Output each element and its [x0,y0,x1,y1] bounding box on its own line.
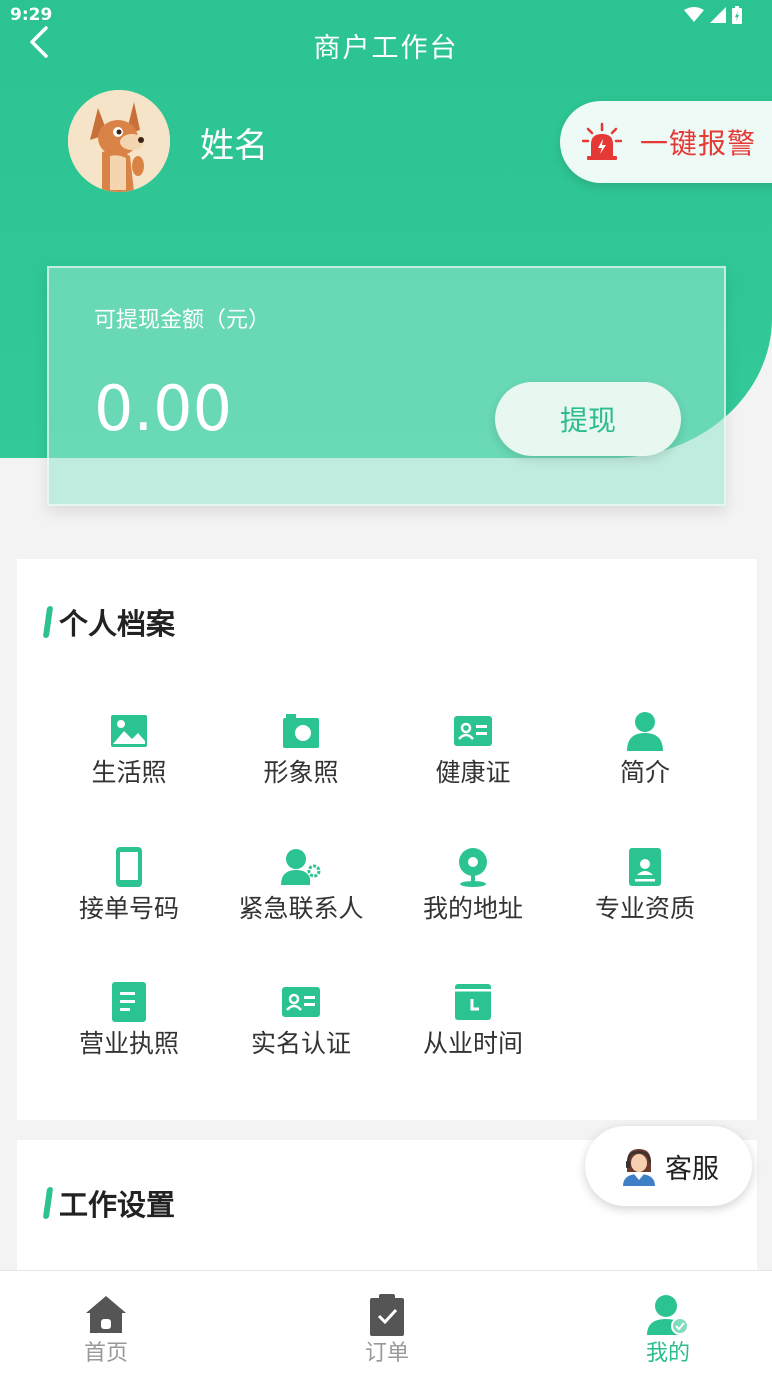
avatar[interactable] [68,90,170,192]
grid-label: 简介 [619,758,670,787]
location-icon [459,848,487,887]
grid-label: 从业时间 [422,1029,523,1058]
person-icon [627,712,663,751]
camera-icon [283,714,319,748]
status-icons [684,6,742,24]
grid-label: 紧急联系人 [238,894,364,923]
page-title: 商户工作台 [313,33,459,64]
balance-label: 可提现金额（元） [94,308,271,333]
phone-icon [116,847,142,887]
profile-title-text: 个人档案 [59,607,176,641]
work-title-text: 工作设置 [59,1188,176,1222]
tab-label: 首页 [83,1341,128,1366]
profile-item-business-license[interactable]: 营业执照 [43,982,215,1060]
customer-service-button[interactable]: 客服 [585,1126,752,1206]
calendar-clock-icon [455,984,491,1020]
grid-label: 形象照 [263,758,339,787]
profile-item-qualification[interactable]: 专业资质 [559,847,731,925]
tab-home[interactable]: 首页 [46,1293,166,1367]
profile-item-real-name-auth[interactable]: 实名认证 [215,982,387,1060]
grid-label: 专业资质 [594,894,695,923]
profile-panel: 个人档案 生活照 形象照 健康证 简介 接单号码 紧急联系人 我的地址 专业资质… [17,559,757,1120]
section-accent-bar [42,1187,54,1219]
profile-item-health-cert[interactable]: 健康证 [387,711,559,789]
grid-label: 生活照 [91,758,167,787]
work-section-title: 工作设置 [42,1182,176,1224]
grid-label: 接单号码 [78,894,179,923]
user-name: 姓名 [200,126,268,166]
user-check-icon [647,1295,689,1335]
profile-item-emergency-contact[interactable]: 紧急联系人 [215,847,387,925]
grid-label: 营业执照 [78,1029,179,1058]
balance-amount: 0.00 [94,372,233,445]
id-card-icon [282,987,320,1017]
tab-mine[interactable]: 我的 [608,1293,728,1367]
profile-section-title: 个人档案 [42,601,176,643]
customer-service-label: 客服 [665,1153,719,1185]
profile-item-intro[interactable]: 简介 [559,711,731,789]
wifi-icon [684,7,704,22]
grid-label: 实名认证 [250,1029,351,1058]
signal-icon [710,7,726,23]
tab-label: 我的 [645,1341,690,1366]
clipboard-icon [370,1294,404,1336]
section-accent-bar [42,606,54,638]
profile-item-order-phone[interactable]: 接单号码 [43,847,215,925]
tab-label: 订单 [364,1341,409,1366]
profile-item-work-time[interactable]: 从业时间 [387,982,559,1060]
emergency-alarm-button[interactable]: 一键报警 [560,101,772,183]
grid-label: 我的地址 [422,894,523,923]
profile-item-life-photo[interactable]: 生活照 [43,711,215,789]
withdraw-button[interactable]: 提现 [495,382,681,456]
siren-icon [582,122,622,160]
contact-settings-icon [281,849,321,885]
battery-icon [732,6,742,24]
balance-card: 可提现金额（元） 0.00 提现 [47,266,726,506]
grid-label: 健康证 [435,758,511,787]
bottom-tab-bar: 首页 订单 我的 [0,1270,772,1374]
image-icon [111,715,147,747]
certificate-icon [629,848,661,886]
dog-avatar-image [68,90,170,192]
profile-item-image-photo[interactable]: 形象照 [215,711,387,789]
customer-service-agent-icon [623,1149,655,1186]
document-icon [112,982,146,1022]
alarm-label: 一键报警 [640,127,757,160]
profile-item-my-address[interactable]: 我的地址 [387,847,559,925]
tab-orders[interactable]: 订单 [327,1293,447,1367]
id-card-icon [454,716,492,746]
home-icon [86,1296,126,1333]
